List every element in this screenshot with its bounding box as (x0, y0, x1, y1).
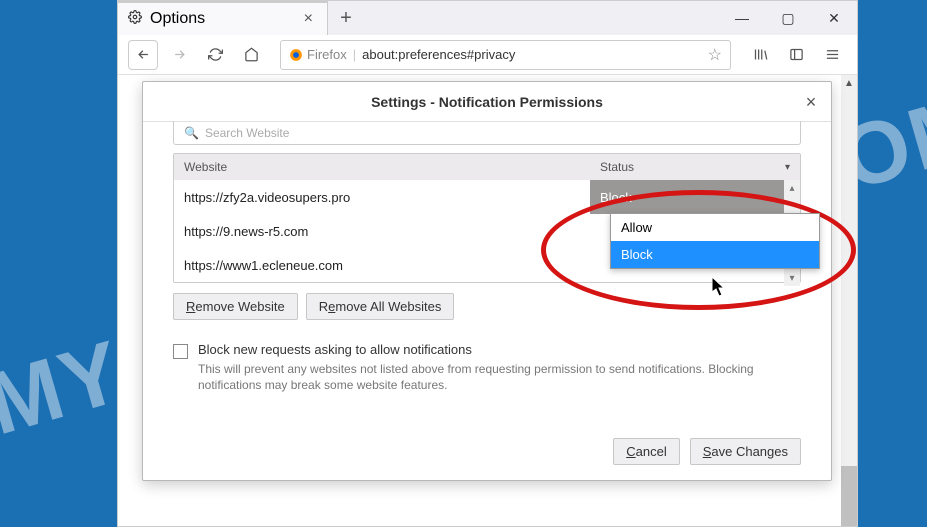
close-window-button[interactable]: ✕ (811, 1, 857, 35)
tab-strip: Options × (118, 1, 328, 35)
url-text: about:preferences#privacy (362, 47, 515, 62)
reload-button[interactable] (200, 40, 230, 70)
column-status-label: Status (600, 160, 634, 174)
back-button[interactable] (128, 40, 158, 70)
website-cell: https://www1.ecleneue.com (174, 258, 590, 273)
dialog-header: Settings - Notification Permissions × (143, 82, 831, 122)
bookmark-star-icon[interactable]: ☆ (708, 45, 722, 65)
status-value: Block (600, 190, 632, 205)
block-new-requests-checkbox[interactable] (173, 344, 188, 359)
new-tab-button[interactable]: + (328, 1, 364, 35)
dialog-actions: Cancel Save Changes (613, 438, 801, 465)
firefox-badge: Firefox (289, 47, 347, 62)
tab-close-button[interactable]: × (300, 10, 317, 28)
sort-desc-icon: ▾ (785, 162, 790, 173)
dialog-body: 🔍 Search Website Website Status ▾ https:… (143, 121, 831, 479)
scroll-down-icon[interactable]: ▾ (784, 270, 800, 286)
tab-title: Options (150, 10, 205, 28)
search-placeholder: Search Website (205, 126, 290, 140)
permissions-table: Website Status ▾ https://zfy2a.videosupe… (173, 153, 801, 283)
website-action-row: RRemove Websiteemove Website Remove All … (173, 293, 801, 320)
scroll-up-icon[interactable]: ▴ (784, 180, 800, 196)
page-scroll-thumb[interactable] (841, 466, 857, 526)
search-icon: 🔍 (184, 126, 199, 140)
dropdown-option-block[interactable]: Block (611, 241, 819, 268)
page-scroll-up-icon[interactable]: ▲ (841, 75, 857, 91)
table-row[interactable]: https://zfy2a.videosupers.pro Block ▾ (174, 180, 800, 214)
cancel-button[interactable]: Cancel (613, 438, 679, 465)
library-icon[interactable] (745, 40, 775, 70)
status-dropdown[interactable]: Block ▾ (590, 180, 800, 214)
titlebar: Options × + — ▢ ✕ (118, 1, 857, 35)
status-dropdown-menu: Allow Block (610, 213, 820, 269)
save-changes-button[interactable]: Save Changes (690, 438, 801, 465)
website-cell: https://zfy2a.videosupers.pro (174, 190, 590, 205)
dialog-title: Settings - Notification Permissions (371, 94, 603, 110)
content-area: ▲ Settings - Notification Permissions × … (118, 75, 857, 526)
gear-icon (128, 10, 142, 29)
browser-window: Options × + — ▢ ✕ Firefox | (117, 0, 858, 527)
home-button[interactable] (236, 40, 266, 70)
tab-options[interactable]: Options × (118, 1, 328, 35)
search-website-input[interactable]: 🔍 Search Website (173, 121, 801, 145)
notification-permissions-dialog: Settings - Notification Permissions × 🔍 … (142, 81, 832, 481)
checkbox-help-text: This will prevent any websites not liste… (198, 361, 801, 393)
menu-button[interactable] (817, 40, 847, 70)
forward-button (164, 40, 194, 70)
block-new-requests-row: Block new requests asking to allow notif… (173, 342, 801, 393)
url-brand-label: Firefox (307, 47, 347, 62)
remove-all-websites-button[interactable]: Remove All Websites (306, 293, 455, 320)
dialog-close-button[interactable]: × (797, 88, 825, 116)
dropdown-option-allow[interactable]: Allow (611, 214, 819, 241)
table-header: Website Status ▾ (174, 154, 800, 180)
page-scrollbar[interactable] (841, 75, 857, 526)
sidebar-icon[interactable] (781, 40, 811, 70)
window-controls: — ▢ ✕ (719, 1, 857, 35)
column-website[interactable]: Website (174, 160, 590, 174)
checkbox-label: Block new requests asking to allow notif… (198, 342, 801, 357)
url-bar[interactable]: Firefox | about:preferences#privacy ☆ (280, 40, 731, 70)
nav-toolbar: Firefox | about:preferences#privacy ☆ (118, 35, 857, 75)
maximize-button[interactable]: ▢ (765, 1, 811, 35)
minimize-button[interactable]: — (719, 1, 765, 35)
column-status[interactable]: Status ▾ (590, 160, 800, 174)
remove-website-button[interactable]: RRemove Websiteemove Website (173, 293, 298, 320)
website-cell: https://9.news-r5.com (174, 224, 590, 239)
